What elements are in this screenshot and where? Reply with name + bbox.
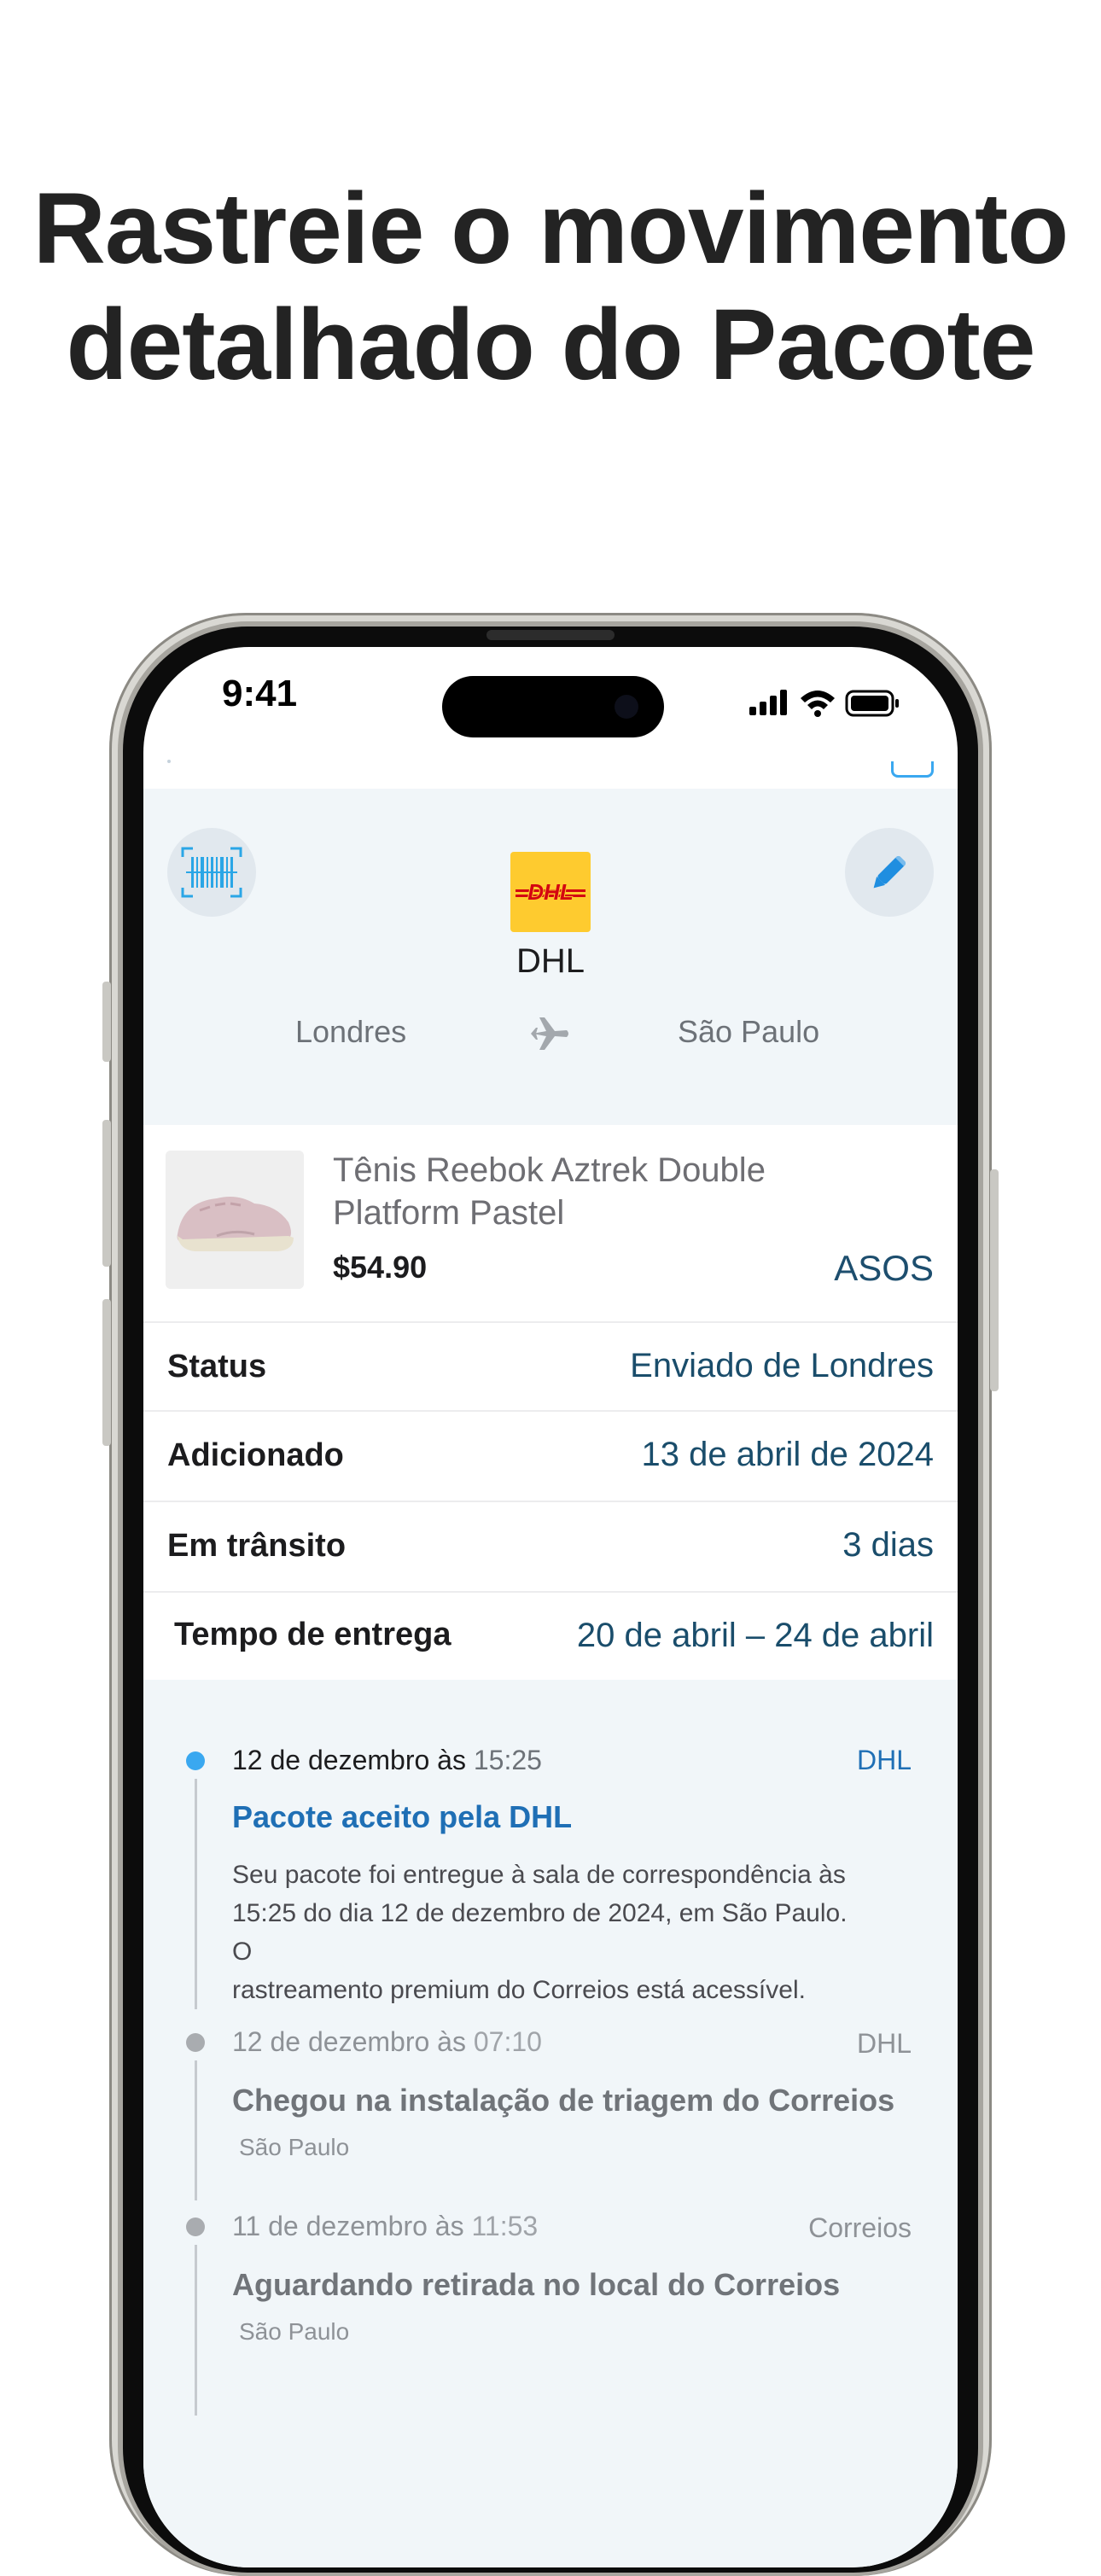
top-edge-control[interactable] bbox=[891, 761, 934, 778]
event-carrier: DHL bbox=[856, 1745, 912, 1775]
product-price: $54.90 bbox=[333, 1250, 428, 1285]
status-time: 9:41 bbox=[222, 673, 298, 714]
event-carrier: Correios bbox=[808, 2212, 912, 2243]
timeline-dot-active bbox=[186, 1751, 205, 1770]
divider bbox=[143, 1501, 958, 1502]
timeline-dot bbox=[186, 2033, 205, 2052]
headline-line-1: Rastreie o movimento bbox=[32, 172, 1069, 285]
airplane-icon bbox=[531, 1017, 568, 1050]
event-location: São Paulo bbox=[239, 2318, 350, 2345]
signal-icon bbox=[749, 690, 787, 715]
sneaker-image bbox=[166, 1151, 304, 1289]
event-date-day: 12 de dezembro às bbox=[232, 1745, 466, 1775]
product-title-line-2: Platform Pastel bbox=[333, 1194, 565, 1232]
event-description-line-3: rastreamento premium do Correios está ac… bbox=[232, 1976, 806, 2004]
event-date: 12 de dezembro às 15:25 bbox=[232, 1745, 542, 1776]
detail-label-status: Status bbox=[167, 1349, 267, 1384]
dhl-logo-mark: DHL bbox=[516, 878, 585, 906]
event-description-line-2: 15:25 do dia 12 de dezembro de 2024, em … bbox=[232, 1899, 848, 1966]
event-date-time: 07:10 bbox=[473, 2026, 542, 2057]
event-title[interactable]: Chegou na instalação de triagem do Corre… bbox=[232, 2083, 894, 2118]
wifi-icon bbox=[801, 691, 835, 717]
earpiece-speaker bbox=[486, 630, 615, 640]
event-carrier: DHL bbox=[856, 2028, 912, 2059]
product-image bbox=[166, 1151, 304, 1289]
event-description-line-1: Seu pacote foi entregue à sala de corres… bbox=[232, 1861, 846, 1889]
event-date-time: 15:25 bbox=[473, 1745, 542, 1775]
timeline-connector bbox=[195, 2060, 197, 2200]
event-date-day: 12 de dezembro às bbox=[232, 2026, 466, 2057]
detail-label-delivery-time: Tempo de entrega bbox=[174, 1617, 451, 1652]
detail-label-added: Adicionado bbox=[167, 1437, 344, 1473]
event-description: Seu pacote foi entregue à sala de corres… bbox=[232, 1856, 864, 2009]
edit-button[interactable] bbox=[845, 828, 934, 917]
divider bbox=[143, 1591, 958, 1593]
event-date-time: 11:53 bbox=[471, 2211, 539, 2241]
timeline-connector bbox=[195, 1779, 197, 2009]
status-icons bbox=[749, 690, 899, 717]
detail-label-in-transit: Em trânsito bbox=[167, 1528, 347, 1564]
product-shop[interactable]: ASOS bbox=[834, 1248, 934, 1289]
scan-button[interactable] bbox=[167, 828, 256, 917]
divider bbox=[143, 1410, 958, 1412]
detail-value-in-transit: 3 dias bbox=[842, 1526, 934, 1564]
event-date-day: 11 de dezembro às bbox=[232, 2211, 464, 2241]
pencil-icon bbox=[873, 854, 907, 889]
dhl-logo-text: DHL bbox=[527, 879, 573, 905]
volume-up-button bbox=[102, 1120, 111, 1267]
phone-screen: 9:41 DHL DHL Londres São Paulo Tênis Ree… bbox=[143, 647, 958, 2567]
event-title[interactable]: Aguardando retirada no local do Correios bbox=[232, 2267, 840, 2303]
battery-icon bbox=[845, 690, 899, 717]
marketing-headline: Rastreie o movimento detalhado do Pacote bbox=[0, 171, 1101, 403]
detail-value-delivery-time: 20 de abril – 24 de abril bbox=[576, 1617, 934, 1654]
product-title-line-1: Tênis Reebok Aztrek Double bbox=[333, 1151, 766, 1189]
divider bbox=[143, 1321, 958, 1323]
origin-city: Londres bbox=[295, 1014, 407, 1049]
silent-switch bbox=[102, 982, 111, 1062]
detail-value-added: 13 de abril de 2024 bbox=[641, 1436, 935, 1473]
timeline-dot bbox=[186, 2218, 205, 2236]
event-date: 12 de dezembro às 07:10 bbox=[232, 2026, 542, 2058]
event-date: 11 de dezembro às 11:53 bbox=[232, 2211, 538, 2242]
carrier-name: DHL bbox=[516, 942, 585, 980]
timeline-connector bbox=[195, 2245, 197, 2416]
power-button bbox=[990, 1169, 999, 1391]
headline-line-2: detalhado do Pacote bbox=[66, 288, 1036, 401]
destination-city: São Paulo bbox=[678, 1014, 820, 1049]
dhl-logo: DHL bbox=[510, 852, 591, 932]
product-title: Tênis Reebok Aztrek Double Platform Past… bbox=[333, 1149, 862, 1234]
top-edge-indicator bbox=[167, 760, 171, 763]
event-location: São Paulo bbox=[239, 2134, 350, 2160]
detail-value-status: Enviado de Londres bbox=[630, 1347, 934, 1384]
volume-down-button bbox=[102, 1299, 111, 1446]
front-camera bbox=[615, 695, 638, 719]
barcode-scan-icon bbox=[181, 847, 242, 898]
event-title[interactable]: Pacote aceito pela DHL bbox=[232, 1799, 572, 1835]
